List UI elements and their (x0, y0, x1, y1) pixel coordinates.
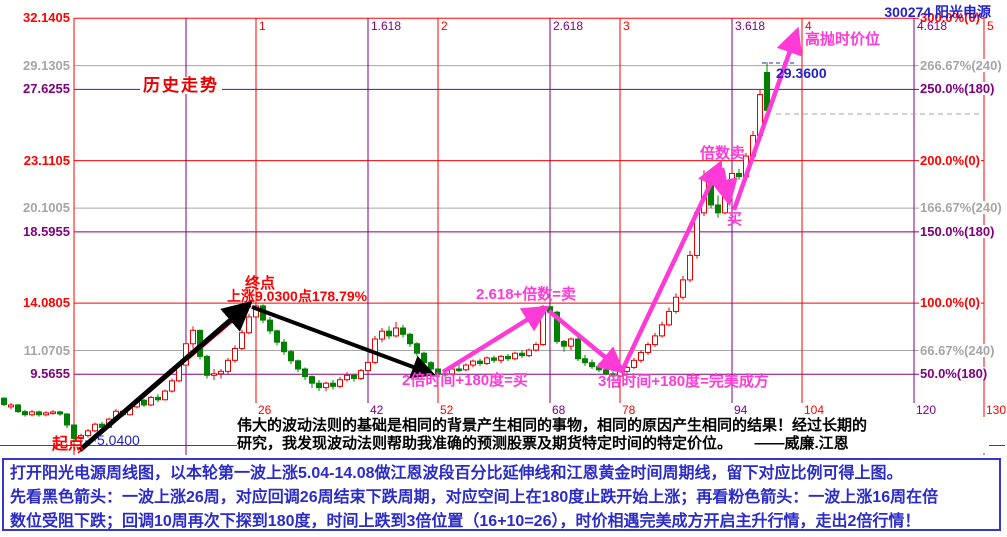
chart-annotation: 买 (727, 212, 742, 227)
chart-annotation: 3倍时间+180度=完美成方 (598, 374, 769, 389)
x-axis-week-label: 26 (258, 404, 271, 416)
gann-quote-block: 伟大的波动法则的基础是相同的背景产生相同的事物，相同的原因产生相同的结果！经过长… (237, 417, 989, 453)
y-axis-price-label: 20.1005 (10, 201, 70, 214)
x-axis-week-label: 78 (622, 404, 635, 416)
x-axis-ratio-label: 1 (259, 20, 266, 32)
x-axis-week-label: 104 (804, 404, 824, 416)
y-axis-price-label: 9.5655 (10, 367, 70, 380)
analysis-note-line1: 打开阳光电源周线图，以本轮第一波上涨5.04-14.08做江恩波段百分比延伸线和… (10, 462, 993, 486)
history-trend-watermark: 历史走势 (140, 77, 222, 94)
x-axis-ratio-label: 1.618 (371, 20, 401, 32)
y-axis-percent-label: 266.67%(240) (919, 59, 1003, 72)
x-axis-week-label: 120 (916, 404, 936, 416)
chart-annotation: 倍数卖 (700, 146, 745, 161)
y-axis-price-label: 11.0705 (10, 344, 70, 357)
x-axis-week-label: 94 (734, 404, 747, 416)
analysis-note-line2: 先看黑色箭头：一波上涨26周，对应回调26周结束下跌周期，对应空间上在180度止… (10, 486, 993, 510)
x-axis-week-label: 130 (986, 404, 1006, 416)
stock-title: 300274 阳光电源 (884, 2, 991, 22)
x-axis-week-label: 68 (552, 404, 565, 416)
chart-annotation: 高抛时价位 (805, 32, 880, 47)
chart-annotation: 起点 (52, 437, 84, 453)
y-axis-percent-label: 66.67%(240) (919, 344, 995, 357)
candlestick-chart[interactable]: 32.1405300.0%(0)29.1305266.67%(240)27.62… (0, 0, 1007, 459)
x-axis-ratio-label: 2 (441, 20, 448, 32)
y-axis-price-label: 32.1405 (10, 11, 70, 24)
gann-quote-line1: 伟大的波动法则的基础是相同的背景产生相同的事物，相同的原因产生相同的结果！经过长… (237, 417, 989, 435)
chart-annotation: 5.0400 (97, 433, 140, 447)
gann-quote-line2: 研究，我发现波动法则帮助我准确的预测股票及期货特定时间的特定价位。 ——威廉.江… (237, 435, 989, 453)
x-axis-ratio-label: 3.618 (735, 20, 765, 32)
x-axis-ratio-label: 2.618 (553, 20, 583, 32)
chart-canvas (0, 0, 1007, 459)
y-axis-percent-label: 100.0%(0) (919, 296, 981, 309)
chart-annotation: 上涨9.0300点178.79% (227, 289, 367, 303)
y-axis-price-label: 18.5955 (10, 225, 70, 238)
x-axis-week-label: 42 (370, 404, 383, 416)
stock-chart-window: 32.1405300.0%(0)29.1305266.67%(240)27.62… (0, 0, 1007, 537)
chart-annotation: 2.618+倍数=卖 (476, 287, 576, 302)
chart-annotation: 29.3600 (776, 66, 827, 80)
x-axis-week-label: 52 (440, 404, 453, 416)
y-axis-percent-label: 50.0%(180) (919, 367, 988, 380)
y-axis-price-label: 14.0805 (10, 296, 70, 309)
y-axis-price-label: 27.6255 (10, 82, 70, 95)
analysis-note-line3: 数位受阻下跌；回调10周再次下探到180度，时间上跌到3倍位置（16+10=26… (10, 510, 993, 534)
y-axis-price-label: 23.1105 (10, 154, 70, 167)
y-axis-percent-label: 150.0%(180) (919, 225, 995, 238)
analysis-note-box: 打开阳光电源周线图，以本轮第一波上涨5.04-14.08做江恩波段百分比延伸线和… (2, 458, 1001, 531)
y-axis-percent-label: 250.0%(180) (919, 82, 995, 95)
x-axis-ratio-label: 3 (623, 20, 630, 32)
chart-annotation: 2倍时间+180度=买 (402, 373, 528, 388)
y-axis-percent-label: 200.0%(0) (919, 154, 981, 167)
y-axis-percent-label: 166.67%(240) (919, 201, 1003, 214)
y-axis-price-label: 29.1305 (10, 59, 70, 72)
